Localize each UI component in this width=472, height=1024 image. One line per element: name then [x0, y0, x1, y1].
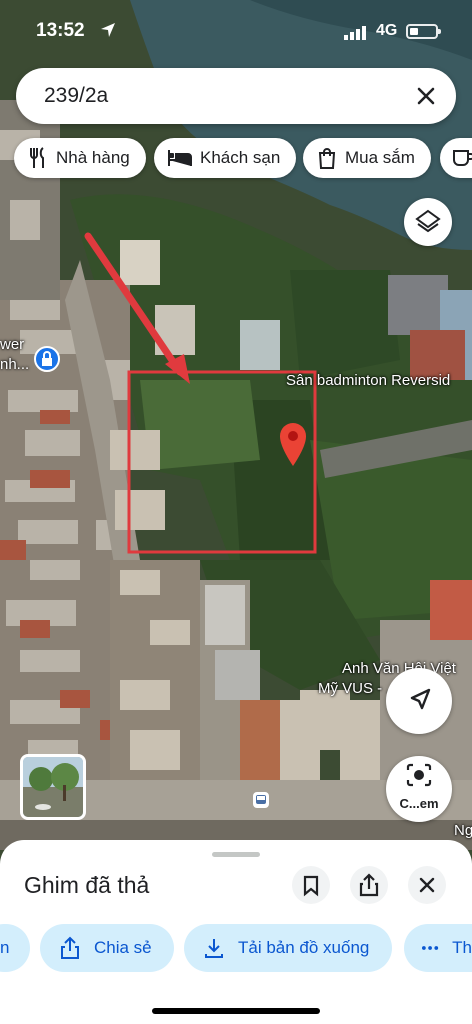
close-sheet-button[interactable] — [408, 866, 446, 904]
home-indicator[interactable] — [152, 1008, 320, 1014]
poi-label-edge: Ng — [454, 822, 472, 839]
bus-stop-icon[interactable] — [253, 792, 269, 808]
download-map-button[interactable]: Tải bản đồ xuống — [184, 924, 392, 972]
search-bar[interactable]: 239/2a — [16, 68, 456, 124]
battery-icon — [406, 24, 441, 39]
download-icon — [205, 939, 223, 958]
action-label: Chia sẻ — [94, 938, 152, 957]
more-icon — [422, 946, 439, 950]
poi-label-badminton[interactable]: Sân badminton Reversid — [286, 372, 450, 389]
sheet-title: Ghim đã thả — [24, 872, 150, 898]
bed-icon — [168, 150, 192, 166]
poi-label-tower-line2[interactable]: nh... — [0, 356, 29, 373]
poi-label-tower-line1[interactable]: wer — [0, 336, 24, 353]
street-view-thumbnail[interactable] — [20, 754, 86, 820]
street-view-image — [23, 757, 83, 817]
chip-more[interactable] — [440, 138, 472, 178]
status-bar: 13:52 4G — [0, 0, 472, 64]
share-icon — [359, 873, 379, 897]
chip-shopping[interactable]: Mua sắm — [303, 138, 431, 178]
action-label: n — [0, 938, 10, 957]
lens-label: C...em — [399, 796, 439, 811]
layers-button[interactable] — [404, 198, 452, 246]
network-type: 4G — [376, 22, 398, 39]
close-icon — [419, 877, 435, 893]
close-icon[interactable] — [412, 82, 440, 110]
chip-label: Nhà hàng — [56, 148, 130, 167]
action-partial-left[interactable]: n — [0, 924, 30, 972]
sheet-drag-handle[interactable] — [212, 852, 260, 857]
share-icon — [61, 936, 79, 959]
navigation-arrow-icon — [410, 688, 431, 710]
save-button[interactable] — [292, 866, 330, 904]
camera-lens-icon — [406, 763, 432, 787]
fork-knife-icon — [30, 147, 44, 168]
action-label: Tải bản đồ xuống — [238, 938, 370, 957]
location-arrow-icon — [101, 23, 115, 37]
lens-button[interactable]: C...em — [386, 756, 452, 822]
chip-restaurants[interactable]: Nhà hàng — [14, 138, 146, 178]
chip-hotels[interactable]: Khách sạn — [154, 138, 297, 178]
chip-label: Khách sạn — [200, 148, 281, 167]
share-header-button[interactable] — [350, 866, 388, 904]
search-query[interactable]: 239/2a — [44, 84, 108, 108]
layers-icon — [415, 209, 441, 233]
bottom-sheet[interactable]: Ghim đã thả n Chia sẻ Tải bản đồ xuống T… — [0, 840, 472, 1024]
chip-label: Mua sắm — [345, 148, 415, 167]
more-button[interactable]: Th — [404, 924, 472, 972]
share-button[interactable]: Chia sẻ — [40, 924, 174, 972]
status-time: 13:52 — [36, 20, 85, 41]
coffee-icon — [453, 150, 472, 166]
category-chips: Nhà hàng Khách sạn Mua sắm — [0, 138, 472, 180]
my-location-button[interactable] — [386, 668, 452, 734]
action-label: Th — [452, 938, 472, 957]
shopping-bag-icon — [318, 148, 336, 169]
bookmark-icon — [303, 875, 319, 897]
signal-icon — [344, 26, 366, 40]
lock-poi-icon[interactable] — [34, 346, 60, 372]
